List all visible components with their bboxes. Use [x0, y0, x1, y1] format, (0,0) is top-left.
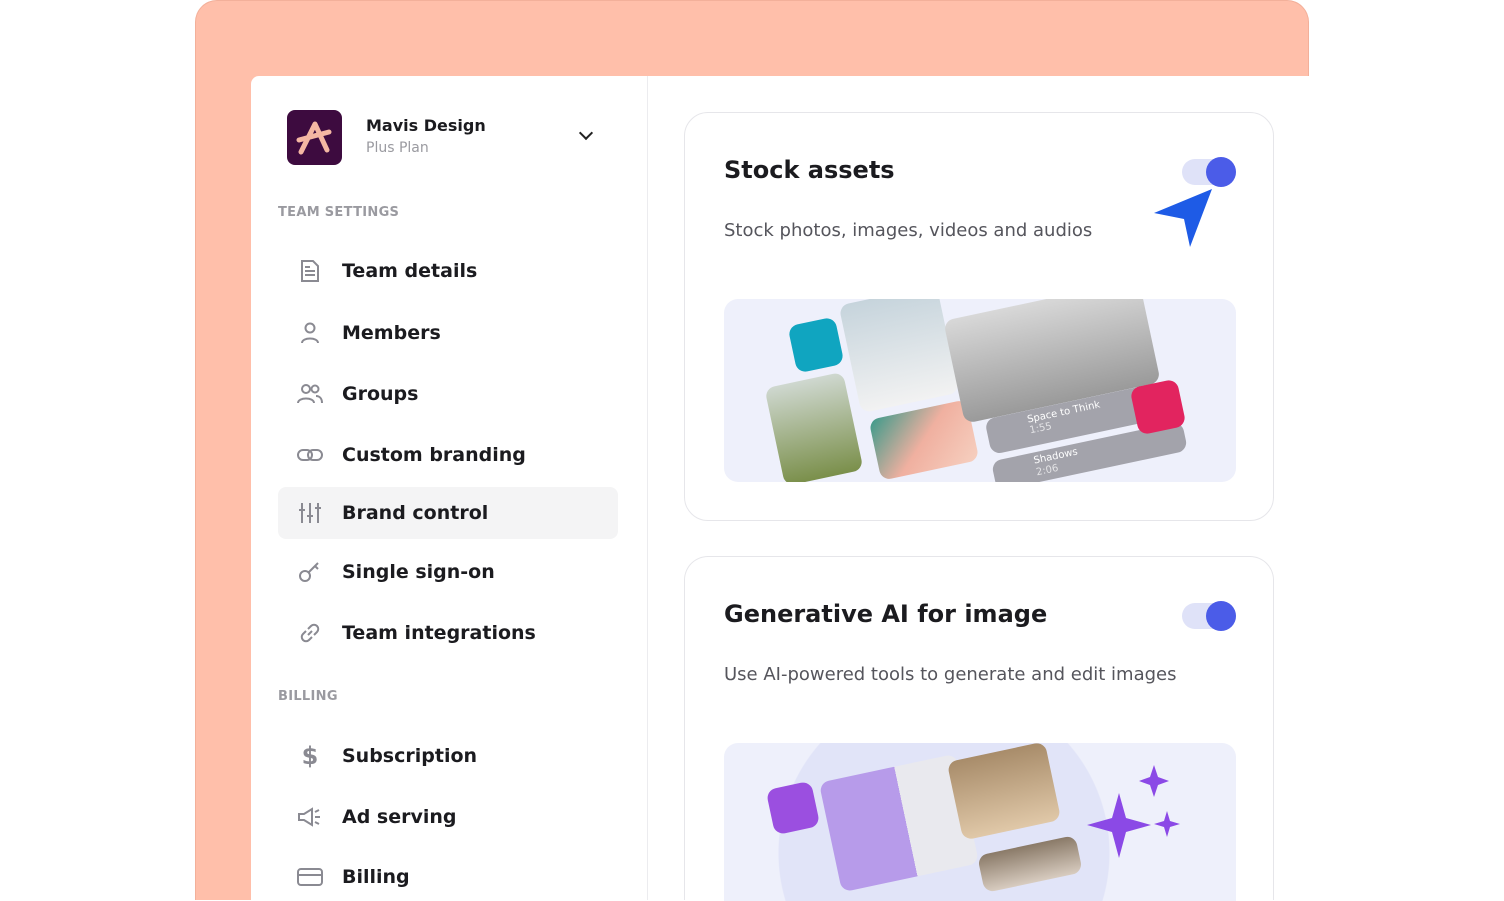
sidebar-item-single-sign-on[interactable]: Single sign-on — [278, 549, 618, 595]
sparkles-icon — [1087, 765, 1180, 858]
stock-assets-card: Stock assets Stock photos, images, video… — [684, 112, 1274, 521]
sidebar-item-custom-branding[interactable]: Custom branding — [278, 432, 618, 478]
play-icon — [1129, 378, 1187, 436]
chain-icon — [278, 621, 342, 645]
stock-assets-illustration: Space to Think 1:55 Shadows 2:06 — [724, 299, 1236, 482]
photo-tile — [764, 371, 864, 482]
cursor-icon — [1154, 189, 1212, 247]
photo-tile — [838, 299, 960, 414]
card-description: Stock photos, images, videos and audios — [724, 220, 1093, 241]
stock-assets-toggle[interactable] — [1182, 157, 1236, 187]
section-team-settings: TEAM SETTINGS — [278, 205, 400, 220]
megaphone-icon — [278, 807, 342, 827]
camera-icon — [787, 316, 845, 374]
team-plan: Plus Plan — [366, 140, 429, 156]
chevron-down-icon[interactable] — [578, 125, 594, 141]
team-logo — [287, 110, 342, 165]
chair-tile — [946, 743, 1062, 841]
sidebar-item-brand-control[interactable]: Brand control — [278, 487, 618, 539]
sidebar-item-ad-serving[interactable]: Ad serving — [278, 794, 618, 840]
card-title: Generative AI for image — [724, 600, 1048, 628]
sidebar-item-team-details[interactable]: Team details — [278, 248, 618, 294]
key-icon — [278, 560, 342, 584]
generative-ai-illustration — [724, 743, 1236, 901]
team-name: Mavis Design — [366, 116, 486, 135]
sidebar-item-team-integrations[interactable]: Team integrations — [278, 610, 618, 656]
link-icon — [278, 448, 342, 462]
sidebar-item-members[interactable]: Members — [278, 310, 618, 356]
generative-ai-toggle[interactable] — [1182, 601, 1236, 631]
chair-tile — [977, 835, 1083, 893]
sidebar: Mavis Design Plus Plan TEAM SETTINGS Tea… — [251, 76, 648, 900]
settings-panel: Mavis Design Plus Plan TEAM SETTINGS Tea… — [251, 76, 1309, 901]
sliders-icon — [278, 501, 342, 525]
ai-image-icon — [765, 780, 821, 836]
person-icon — [278, 321, 342, 345]
sidebar-item-billing[interactable]: Billing — [278, 854, 618, 900]
sidebar-item-groups[interactable]: Groups — [278, 371, 618, 417]
card-icon — [278, 867, 342, 887]
generative-ai-card: Generative AI for image Use AI-powered t… — [684, 556, 1274, 901]
section-billing: BILLING — [278, 689, 338, 704]
dollar-icon: $ — [301, 742, 319, 770]
sidebar-item-subscription[interactable]: $ Subscription — [278, 733, 618, 779]
card-description: Use AI-powered tools to generate and edi… — [724, 664, 1177, 685]
document-icon — [278, 259, 342, 283]
card-title: Stock assets — [724, 156, 895, 184]
people-icon — [278, 382, 342, 406]
